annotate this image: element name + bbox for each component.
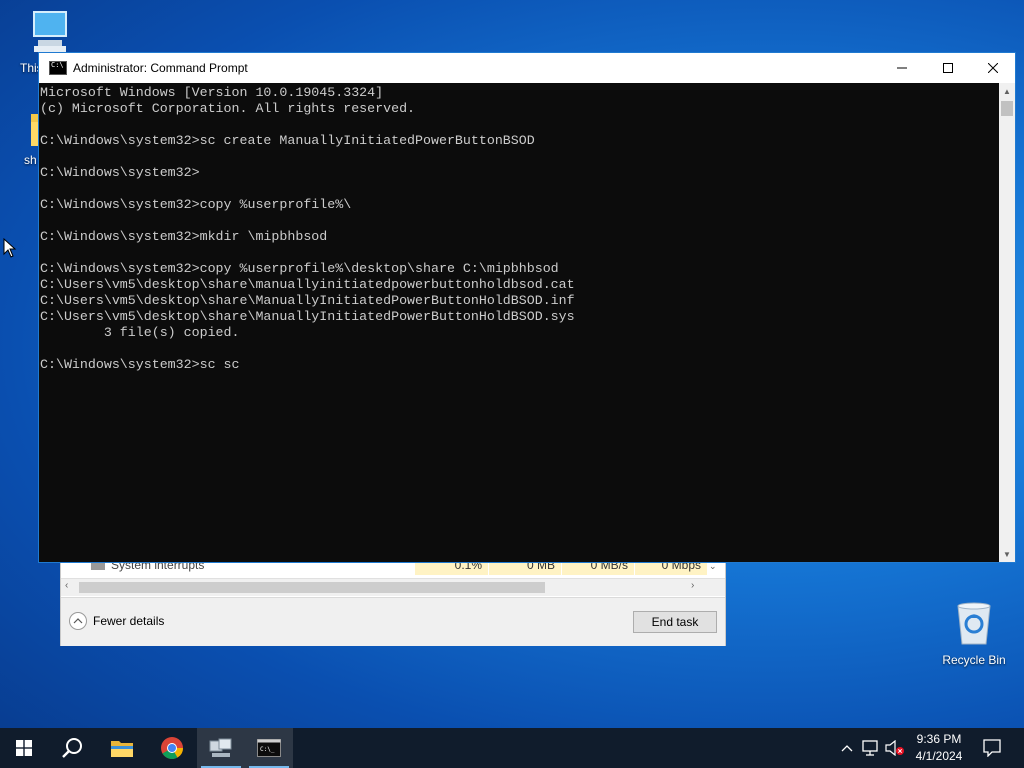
network-wired-icon (862, 740, 878, 756)
console-line: (c) Microsoft Corporation. All rights re… (40, 101, 416, 116)
start-button[interactable] (0, 728, 48, 768)
maximize-button[interactable] (925, 53, 971, 83)
window-title: Administrator: Command Prompt (73, 61, 248, 75)
chevron-up-icon (841, 745, 853, 752)
close-icon (988, 63, 998, 73)
desktop-icon-label: Recycle Bin (942, 653, 1006, 667)
console-line: 3 file(s) copied. (40, 325, 240, 340)
chevron-up-icon (69, 612, 87, 630)
console-line: C:\Windows\system32>mkdir \mipbhbsod (40, 229, 328, 244)
volume-muted-icon (885, 740, 904, 756)
command-prompt-window[interactable]: Administrator: Command Prompt Microsoft … (38, 52, 1016, 563)
chrome-icon (161, 737, 183, 759)
file-explorer-icon (111, 741, 133, 757)
minimize-icon (897, 67, 907, 69)
search-icon (62, 738, 82, 758)
title-bar[interactable]: Administrator: Command Prompt (39, 53, 1015, 83)
end-task-button[interactable]: End task (633, 611, 717, 633)
vertical-scroll-thumb[interactable] (1001, 101, 1013, 116)
fewer-details-label: Fewer details (93, 614, 165, 628)
fewer-details-button[interactable]: Fewer details (69, 612, 164, 630)
close-button[interactable] (970, 53, 1016, 83)
notification-icon (983, 739, 1001, 757)
network-tray-button[interactable] (860, 728, 882, 768)
console-line: Microsoft Windows [Version 10.0.19045.33… (40, 85, 384, 100)
console-line: C:\Users\vm5\desktop\share\ManuallyIniti… (40, 293, 575, 308)
action-center-button[interactable] (976, 728, 1008, 768)
console-line: C:\Windows\system32>copy %userprofile%\d… (40, 261, 559, 276)
system-clock[interactable]: 9:36 PM 4/1/2024 (908, 728, 970, 768)
svg-text:C:\_: C:\_ (260, 746, 275, 753)
network-computers-icon (209, 738, 232, 757)
chrome-button[interactable] (148, 728, 196, 768)
search-button[interactable] (48, 728, 96, 768)
scroll-right-icon[interactable]: › (691, 580, 694, 591)
horizontal-scroll-thumb[interactable] (79, 582, 545, 593)
console-line: C:\Windows\system32> (40, 165, 200, 180)
console-line: C:\Windows\system32>copy %userprofile%\ (40, 197, 352, 212)
task-manager-footer: Fewer details End task (61, 597, 725, 646)
recycle-bin-icon (957, 602, 991, 645)
console-output[interactable]: Microsoft Windows [Version 10.0.19045.33… (39, 83, 999, 562)
taskbar: C:\_ 9:36 PM 4/1/2024 (0, 728, 1024, 768)
horizontal-scrollbar[interactable]: ‹ › (61, 578, 725, 596)
command-prompt-taskbar-button[interactable]: C:\_ (245, 728, 293, 768)
mouse-cursor-icon (3, 238, 17, 258)
windows-logo-icon (16, 740, 32, 756)
show-hidden-icons-button[interactable] (838, 728, 856, 768)
scroll-down-icon[interactable]: ▼ (999, 546, 1015, 562)
command-prompt-icon: C:\_ (257, 739, 281, 757)
console-line: C:\Windows\system32>sc create ManuallyIn… (40, 133, 535, 148)
desktop-icon-recycle-bin[interactable]: Recycle Bin (934, 600, 1014, 667)
clock-time: 9:36 PM (916, 732, 962, 746)
scroll-left-icon[interactable]: ‹ (65, 580, 68, 591)
this-pc-icon (33, 11, 67, 52)
file-explorer-button[interactable] (98, 728, 146, 768)
scroll-up-icon[interactable]: ▲ (999, 83, 1015, 99)
vertical-scrollbar[interactable]: ▲ ▼ (999, 83, 1015, 562)
maximize-icon (943, 63, 953, 73)
console-line: C:\Users\vm5\desktop\share\ManuallyIniti… (40, 309, 575, 324)
console-line: C:\Windows\system32>sc sc (40, 357, 240, 372)
command-prompt-icon (49, 61, 67, 75)
console-line: C:\Users\vm5\desktop\share\manuallyiniti… (40, 277, 575, 292)
network-app-button[interactable] (197, 728, 245, 768)
volume-tray-button[interactable] (884, 728, 906, 768)
clock-date: 4/1/2024 (915, 749, 963, 763)
minimize-button[interactable] (879, 53, 925, 83)
